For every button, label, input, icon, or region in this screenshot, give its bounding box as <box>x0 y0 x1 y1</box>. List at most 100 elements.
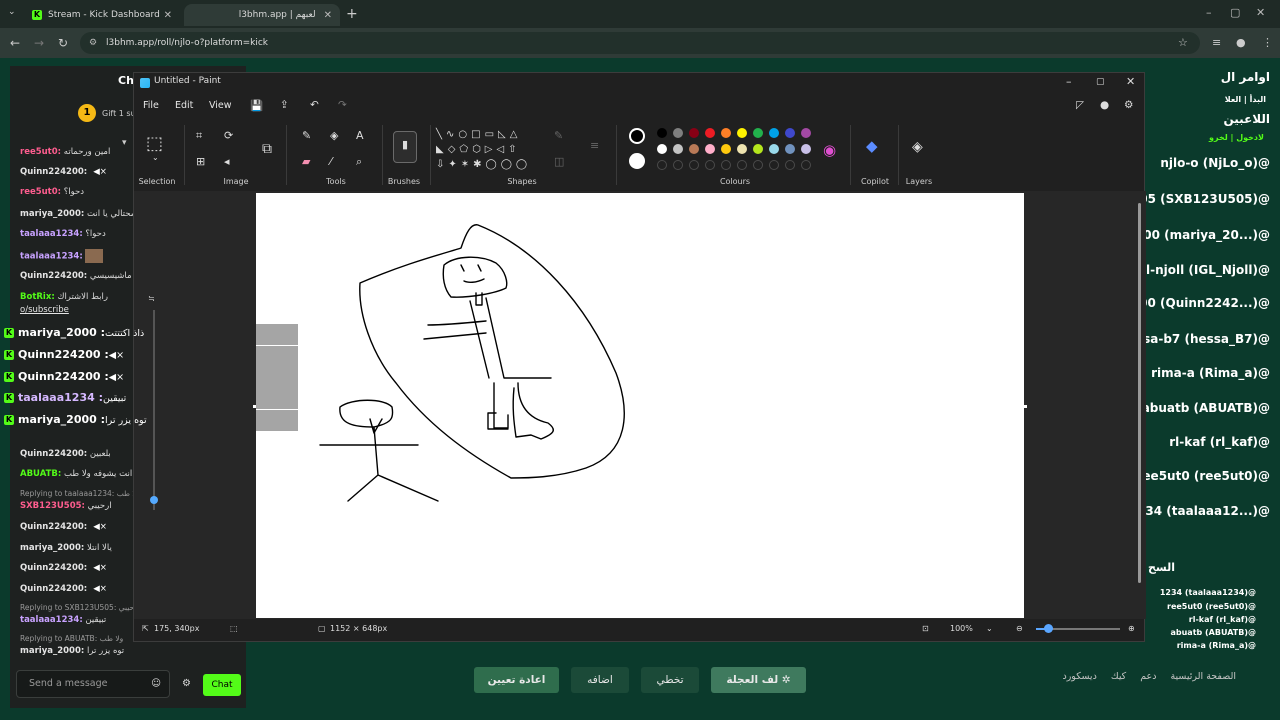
color-picker-icon[interactable]: ⁄ <box>330 155 332 168</box>
colour-1-swatch[interactable] <box>629 128 645 144</box>
chat-settings-gear-icon[interactable]: ⚙ <box>182 678 191 689</box>
colour-swatch[interactable] <box>705 144 715 154</box>
collapse-chevron-icon[interactable]: ▾ <box>122 138 127 148</box>
layers-icon[interactable]: ◈ <box>912 139 923 155</box>
crop-icon[interactable]: ⌗ <box>196 129 202 143</box>
colour-swatch[interactable] <box>689 128 699 138</box>
fill-style-icon[interactable]: ◫ <box>554 155 564 168</box>
minimize-icon[interactable]: – <box>1066 75 1072 88</box>
custom-colour-slot[interactable] <box>673 160 683 170</box>
footer-link-kick[interactable]: كيك <box>1111 671 1126 682</box>
colour-swatch[interactable] <box>721 128 731 138</box>
colour-swatch[interactable] <box>657 128 667 138</box>
colour-swatch[interactable] <box>753 144 763 154</box>
chevron-down-icon[interactable]: ⌄ <box>152 153 159 162</box>
back-icon[interactable]: ← <box>10 36 20 50</box>
eraser-icon[interactable]: ▰ <box>302 155 310 168</box>
close-tab-icon[interactable]: ✕ <box>164 10 172 21</box>
rotate-icon[interactable]: ⟳ <box>224 129 233 142</box>
zoom-in-icon[interactable]: ⊕ <box>1128 624 1135 633</box>
close-tab-icon[interactable]: ✕ <box>324 10 332 21</box>
colour-swatch[interactable] <box>769 128 779 138</box>
undo-icon[interactable]: ↶ <box>310 99 319 111</box>
new-tab-icon[interactable]: + <box>346 6 358 22</box>
outline-icon[interactable]: ✎ <box>554 129 563 142</box>
colour-swatch[interactable] <box>689 144 699 154</box>
overlay-menu-icon[interactable]: ≒ <box>148 294 155 303</box>
zoom-out-icon[interactable]: ⊖ <box>1016 624 1023 633</box>
pencil-icon[interactable]: ✎ <box>302 129 311 142</box>
colour-swatch[interactable] <box>737 144 747 154</box>
vertical-scrollbar[interactable] <box>1136 193 1144 613</box>
shape-size-icon[interactable]: ≡ <box>590 139 599 152</box>
colour-swatch[interactable] <box>769 144 779 154</box>
menu-file[interactable]: File <box>143 100 159 111</box>
colour-swatch[interactable] <box>721 144 731 154</box>
footer-link-support[interactable]: دعم <box>1140 671 1156 682</box>
tab-kick-dashboard[interactable]: K Stream - Kick Dashboard ✕ <box>24 4 180 26</box>
zoom-level[interactable]: 100% <box>950 624 973 633</box>
brush-button[interactable]: ▮ <box>393 131 417 163</box>
custom-colour-slot[interactable] <box>801 160 811 170</box>
resize-icon[interactable]: ⊞ <box>196 155 205 168</box>
reading-list-icon[interactable]: ≡ <box>1212 36 1221 49</box>
tab-search-icon[interactable]: ⌄ <box>8 7 16 17</box>
colour-2-swatch[interactable] <box>629 153 645 169</box>
menu-edit[interactable]: Edit <box>175 100 193 111</box>
colour-swatch[interactable] <box>737 128 747 138</box>
copilot-icon[interactable]: ◆ <box>866 137 878 155</box>
emoji-icon[interactable]: ☺ <box>151 671 161 697</box>
drawing-canvas[interactable] <box>256 193 1024 618</box>
close-window-icon[interactable]: ✕ <box>1256 6 1265 19</box>
selection-rect-icon[interactable]: ⬚ <box>146 133 163 154</box>
redo-icon[interactable]: ↷ <box>338 99 347 111</box>
colour-swatch[interactable] <box>673 128 683 138</box>
menu-icon[interactable]: ⋮ <box>1262 36 1273 49</box>
magnifier-icon[interactable]: ⌕ <box>356 155 362 169</box>
image-remove-bg-icon[interactable]: ⧉ <box>262 141 272 157</box>
save-icon[interactable]: 💾 <box>250 99 263 112</box>
fill-icon[interactable]: ◈ <box>330 129 338 142</box>
profile-avatar[interactable]: ● <box>1236 36 1246 49</box>
maximize-icon[interactable]: ▢ <box>1230 6 1240 19</box>
scrollbar-thumb[interactable] <box>1138 203 1141 583</box>
canvas-resize-handle[interactable] <box>1024 405 1027 408</box>
custom-colour-slot[interactable] <box>753 160 763 170</box>
custom-colour-slot[interactable] <box>737 160 747 170</box>
colour-swatch[interactable] <box>785 128 795 138</box>
custom-colour-slot[interactable] <box>785 160 795 170</box>
overlay-volume-slider[interactable]: ≒ <box>148 290 160 515</box>
forward-icon[interactable]: → <box>34 36 44 50</box>
colour-swatch[interactable] <box>705 128 715 138</box>
colour-swatch[interactable] <box>673 144 683 154</box>
custom-colour-slot[interactable] <box>721 160 731 170</box>
add-button[interactable]: اضافه <box>571 667 629 693</box>
account-icon[interactable]: ● <box>1100 99 1109 111</box>
footer-link-home[interactable]: الصفحة الرئيسية <box>1170 671 1236 682</box>
menu-view[interactable]: View <box>209 100 232 111</box>
url-field[interactable]: ⚙ l3bhm.app/roll/njlo-o?platform=kick <box>80 32 1200 54</box>
flip-icon[interactable]: ◂ <box>224 155 230 168</box>
custom-colour-slot[interactable] <box>769 160 779 170</box>
skip-button[interactable]: تخطي <box>641 667 699 693</box>
reload-icon[interactable]: ↻ <box>58 36 68 50</box>
edit-colours-icon[interactable]: ◉ <box>823 141 836 159</box>
chat-send-button[interactable]: Chat <box>203 674 241 696</box>
share-icon[interactable]: ⇪ <box>280 99 289 111</box>
zoom-dropdown-chevron-icon[interactable]: ⌄ <box>986 624 993 633</box>
fit-window-icon[interactable]: ⊡ <box>922 624 929 633</box>
colour-swatch[interactable] <box>785 144 795 154</box>
bookmark-star-icon[interactable]: ☆ <box>1178 36 1188 49</box>
maximize-icon[interactable]: ▢ <box>1096 77 1105 87</box>
chat-message-input[interactable]: Send a message ☺ <box>16 670 170 698</box>
volume-knob[interactable] <box>150 496 158 505</box>
comment-icon[interactable]: ◸ <box>1076 99 1084 111</box>
colour-swatch[interactable] <box>801 128 811 138</box>
zoom-slider-knob[interactable] <box>1044 624 1053 633</box>
custom-colour-slot[interactable] <box>657 160 667 170</box>
spin-wheel-button[interactable]: لف العجلة ✲ <box>711 667 806 693</box>
settings-icon[interactable]: ⚙ <box>1124 99 1133 111</box>
colour-swatch[interactable] <box>801 144 811 154</box>
colour-swatch[interactable] <box>657 144 667 154</box>
site-info-icon[interactable]: ⚙ <box>89 32 97 54</box>
